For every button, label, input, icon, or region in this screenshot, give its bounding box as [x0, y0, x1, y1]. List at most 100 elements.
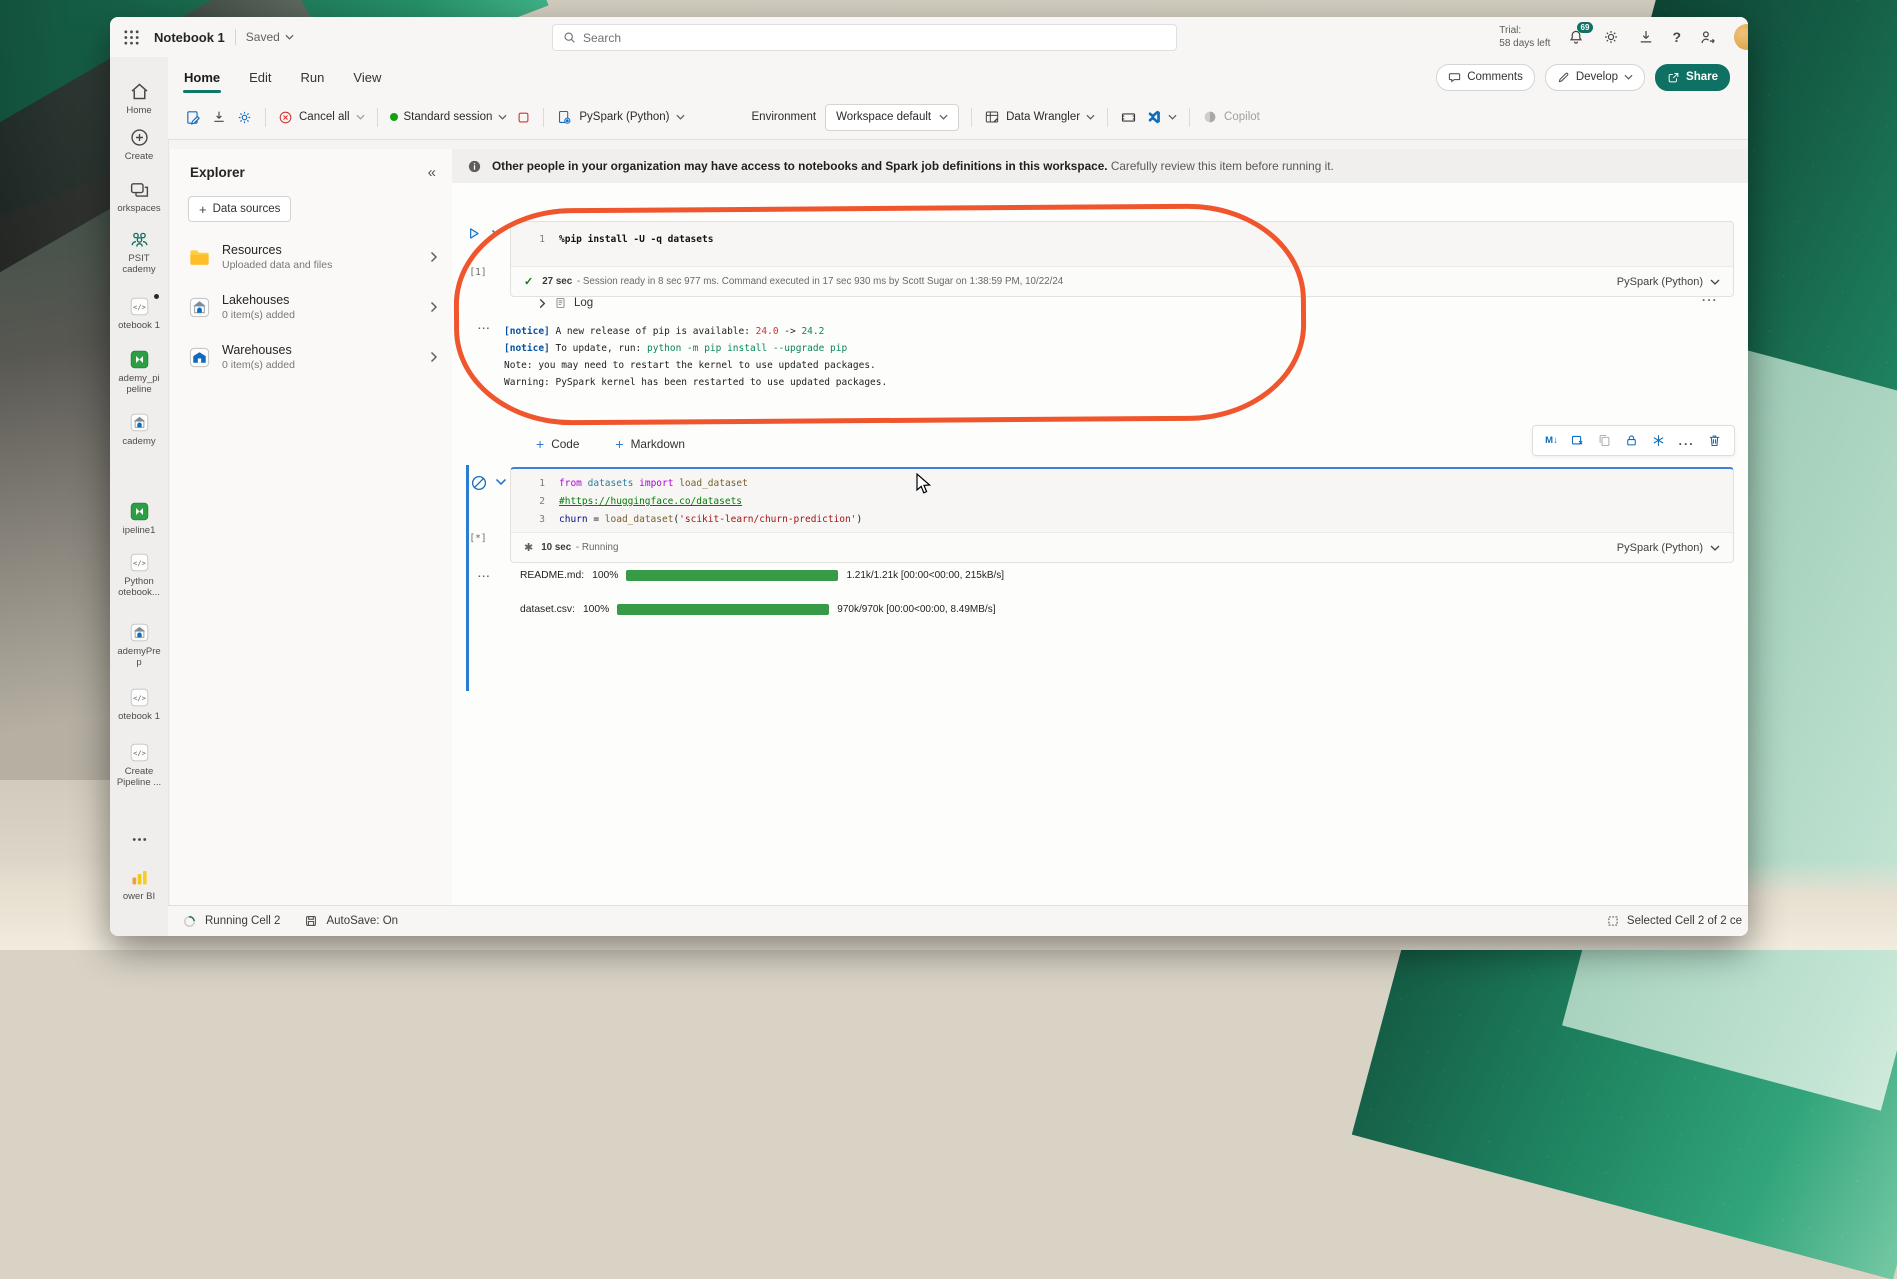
develop-button[interactable]: Develop	[1545, 64, 1645, 91]
download-percent: 100%	[583, 604, 609, 615]
add-data-sources-button[interactable]: + Data sources	[188, 196, 291, 222]
notebook-kernel-icon	[556, 109, 573, 126]
tab-view[interactable]: View	[351, 65, 383, 90]
feedback-person-icon[interactable]	[1698, 28, 1717, 47]
rail-item-workspaces[interactable]: orkspaces	[110, 179, 168, 214]
more-options-icon[interactable]: ...	[1679, 434, 1695, 448]
selection-label: Selected Cell 2 of 2 ce	[1627, 915, 1742, 927]
search-input[interactable]: Search	[552, 24, 1177, 51]
clear-outputs-icon[interactable]	[1570, 433, 1585, 448]
rail-item-notebook[interactable]: </>Python otebook...	[110, 552, 168, 598]
cell1-kernel-dropdown[interactable]: PySpark (Python)	[1617, 276, 1720, 288]
status-bar: Running Cell 2 AutoSave: On Selected Cel…	[168, 905, 1748, 936]
add-markdown-button[interactable]: + Markdown	[615, 437, 685, 451]
chevron-right-icon[interactable]	[430, 301, 438, 313]
notebook-title[interactable]: Notebook 1	[154, 30, 225, 45]
code-cell-1[interactable]: 1 %pip install -U -q datasets ✓ 27 sec -…	[510, 221, 1734, 297]
comments-button[interactable]: Comments	[1436, 64, 1535, 91]
frame-icon[interactable]	[1120, 109, 1137, 126]
submit-save-icon[interactable]	[185, 109, 202, 126]
stop-session-icon[interactable]	[516, 110, 531, 125]
vscode-icon[interactable]	[1146, 109, 1177, 125]
lock-cell-icon[interactable]	[1624, 433, 1639, 448]
download-icon[interactable]	[1637, 28, 1655, 46]
data-wrangler-dropdown[interactable]: Data Wrangler	[984, 109, 1095, 125]
export-download-icon[interactable]	[211, 109, 227, 125]
user-avatar[interactable]	[1734, 24, 1748, 50]
environment-label[interactable]: Environment	[752, 111, 817, 123]
waffle-menu-icon[interactable]	[123, 29, 140, 46]
selection-icon	[1606, 914, 1620, 928]
rail-item-lakehouse[interactable]: ademyPre p	[110, 622, 168, 668]
collapse-cell-icon[interactable]	[491, 229, 503, 237]
rail-item-notebook[interactable]: </>otebook 1	[110, 687, 168, 722]
tab-run[interactable]: Run	[299, 65, 327, 90]
rail-item-create[interactable]: Create	[110, 127, 168, 162]
collapse-panel-icon[interactable]: «	[428, 164, 436, 181]
rail-item-notebook[interactable]: </>Create Pipeline ...	[110, 742, 168, 788]
help-icon[interactable]: ?	[1672, 29, 1681, 45]
workspace-environment-dropdown[interactable]: Workspace default	[825, 104, 959, 131]
rail-item-pipeline[interactable]: ademy_pi peline	[110, 349, 168, 395]
rail-item-people[interactable]: PSIT cademy	[110, 229, 168, 275]
rail-item-lakehouse[interactable]: cademy	[110, 412, 168, 447]
convert-to-markdown-icon[interactable]: M↓	[1545, 435, 1558, 446]
chevron-right-icon[interactable]	[430, 351, 438, 363]
cancel-all-button[interactable]: Cancel all	[278, 110, 365, 125]
data-wrangler-label: Data Wrangler	[1006, 111, 1080, 123]
toolbar: Cancel all Standard session PySpark (Pyt…	[168, 97, 1748, 137]
share-label: Share	[1686, 71, 1718, 83]
notifications-bell-icon[interactable]: 69	[1567, 28, 1585, 46]
share-button[interactable]: Share	[1655, 64, 1730, 91]
create-icon	[129, 127, 150, 148]
delete-cell-icon[interactable]	[1707, 433, 1722, 448]
log-expander[interactable]: Log	[538, 296, 593, 310]
rail-item-more[interactable]	[110, 829, 168, 853]
rail-item-label: ipeline1	[123, 525, 156, 536]
workspaces-icon	[129, 179, 150, 200]
rail-item-pipeline[interactable]: ipeline1	[110, 501, 168, 536]
session-status-dropdown[interactable]: Standard session	[390, 111, 508, 123]
lakehouse-icon	[188, 296, 211, 319]
notebook-canvas: Other people in your organization may ha…	[452, 149, 1748, 906]
notification-badge: 69	[1577, 22, 1594, 33]
rail-item-home[interactable]: Home	[110, 81, 168, 116]
running-spinner-icon: ✱	[524, 541, 533, 554]
settings-gear-icon[interactable]	[1602, 28, 1620, 46]
selected-cell-indicator	[466, 465, 469, 691]
copy-cell-icon[interactable]	[1597, 433, 1612, 448]
explorer-item-resources[interactable]: ResourcesUploaded data and files	[170, 232, 452, 282]
cell2-kernel-dropdown[interactable]: PySpark (Python)	[1617, 542, 1720, 554]
stop-cell-button[interactable]	[470, 474, 488, 492]
output-gutter-dots[interactable]: ...	[478, 321, 491, 332]
copilot-icon	[1202, 109, 1218, 125]
freeze-cell-icon[interactable]	[1651, 433, 1666, 448]
rail-item-label: PSIT cademy	[122, 253, 155, 275]
rail-item-powerbi[interactable]: ower BI	[110, 867, 168, 902]
rail-item-notebook[interactable]: </>otebook 1	[110, 296, 168, 331]
collapse-cell-icon[interactable]	[495, 478, 507, 486]
autosave-icon[interactable]	[304, 914, 318, 928]
explorer-item-warehouses[interactable]: Warehouses0 item(s) added	[170, 332, 452, 382]
tab-home[interactable]: Home	[182, 65, 222, 90]
output-gutter-dots[interactable]: ...	[478, 569, 491, 580]
left-nav-rail: Home Create orkspaces PSIT cademy </>otebook…	[110, 57, 169, 936]
powerbi-icon	[129, 867, 150, 888]
run-settings-gear-icon[interactable]	[236, 109, 253, 126]
code-cell-2[interactable]: 1from datasets import load_dataset2#http…	[510, 467, 1734, 563]
active-indicator-dot	[154, 294, 159, 299]
language-kernel-dropdown[interactable]: PySpark (Python)	[556, 109, 684, 126]
explorer-panel: Explorer « + Data sources ResourcesUploa…	[170, 149, 453, 906]
tab-edit[interactable]: Edit	[247, 65, 273, 90]
download-percent: 100%	[592, 570, 618, 581]
explorer-item-lakehouses[interactable]: Lakehouses0 item(s) added	[170, 282, 452, 332]
success-check-icon: ✓	[524, 275, 533, 288]
add-cell-row: + Code + Markdown	[536, 437, 685, 451]
download-progress-row: README.md:100%1.21k/1.21k [00:00<00:00, …	[520, 570, 1004, 581]
log-more-options[interactable]: ...	[1702, 290, 1718, 304]
add-code-button[interactable]: + Code	[536, 437, 579, 451]
run-cell-button[interactable]	[465, 225, 482, 242]
copilot-button[interactable]: Copilot	[1202, 109, 1260, 125]
chevron-right-icon[interactable]	[430, 251, 438, 263]
save-status-dropdown[interactable]: Saved	[246, 30, 294, 44]
